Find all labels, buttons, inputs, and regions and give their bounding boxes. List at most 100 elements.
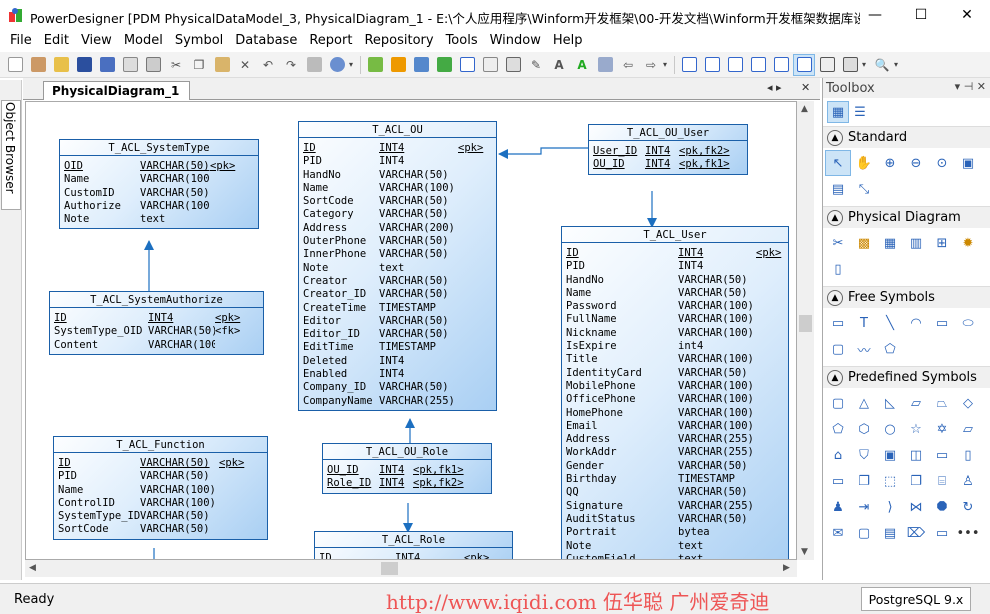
diagram-canvas[interactable]: T_ACL_SystemType OID VARCHAR(50) <pk> Name… bbox=[25, 101, 797, 560]
zoom-out-icon[interactable]: ⊖ bbox=[903, 150, 929, 176]
toolbar-dropdown-icon[interactable]: ▾ bbox=[894, 60, 902, 69]
diamond-icon[interactable]: ◇ bbox=[955, 390, 981, 416]
maximize-button[interactable]: ☐ bbox=[898, 0, 944, 30]
card-icon[interactable]: ▭ bbox=[929, 520, 955, 546]
diagram-view-icon[interactable] bbox=[793, 53, 815, 76]
triangle-right-icon[interactable]: ◺ bbox=[877, 390, 903, 416]
toolbox-list-view-icon[interactable]: ☰ bbox=[849, 101, 871, 123]
table-t-acl-ou[interactable]: T_ACL_OU ID INT4 <pk> PID INT4 HandNo VARCHAR(… bbox=[298, 121, 497, 411]
check-model-icon[interactable] bbox=[326, 54, 348, 76]
reference-icon[interactable]: ⊞ bbox=[929, 230, 955, 256]
table-t-acl-ou-role[interactable]: T_ACL_OU_Role OU_ID INT4 <pk,fk1> Role_ID I… bbox=[322, 443, 492, 494]
menu-help[interactable]: Help bbox=[547, 30, 589, 52]
column-row[interactable]: Gender VARCHAR(50) bbox=[566, 460, 784, 473]
column-row[interactable]: WorkAddr VARCHAR(255) bbox=[566, 446, 784, 459]
diagram-icon-3[interactable] bbox=[724, 54, 746, 76]
undo-icon[interactable]: ↶ bbox=[257, 54, 279, 76]
column-row[interactable]: AuditStatus VARCHAR(50) bbox=[566, 513, 784, 526]
pointer-shape-icon[interactable]: ⌦ bbox=[903, 520, 929, 546]
column-row[interactable]: PID INT4 bbox=[566, 260, 784, 273]
column-row[interactable]: EditTime TIMESTAMP bbox=[303, 341, 492, 354]
column-row[interactable]: Birthday TIMESTAMP bbox=[566, 473, 784, 486]
properties-icon[interactable] bbox=[303, 54, 325, 76]
open-icon[interactable] bbox=[50, 54, 72, 76]
column-row[interactable]: OID VARCHAR(50) <pk> bbox=[64, 160, 254, 173]
stack-icon[interactable]: ❐ bbox=[851, 468, 877, 494]
menu-window[interactable]: Window bbox=[484, 30, 547, 52]
frame-icon[interactable]: ▣ bbox=[877, 442, 903, 468]
new-icon[interactable] bbox=[4, 54, 26, 76]
toolbar-dropdown-icon[interactable]: ▾ bbox=[349, 60, 357, 69]
properties-icon[interactable]: ▣ bbox=[955, 150, 981, 176]
person-icon[interactable]: ♟ bbox=[825, 494, 851, 520]
tab-scroll-arrows-icon[interactable]: ◂ ▸ bbox=[767, 81, 782, 94]
column-row[interactable]: CustomField text bbox=[566, 553, 784, 559]
polygon-icon[interactable]: ⬠ bbox=[877, 336, 903, 362]
toolbox-section-free-symbols[interactable]: ▲ Free Symbols bbox=[823, 286, 990, 308]
frame-icon[interactable] bbox=[479, 54, 501, 76]
circle-icon[interactable]: ○ bbox=[877, 416, 903, 442]
tab-physicaldiagram-1[interactable]: PhysicalDiagram_1 bbox=[43, 81, 191, 100]
vertical-scrollbar[interactable]: ▲ ▼ bbox=[797, 101, 814, 560]
folder-icon[interactable]: ▭ bbox=[929, 442, 955, 468]
back-icon[interactable]: ⇦ bbox=[617, 54, 639, 76]
collapse-icon[interactable]: ▲ bbox=[827, 129, 843, 146]
column-row[interactable]: SortCode VARCHAR(50) bbox=[303, 195, 492, 208]
column-row[interactable]: MobilePhone VARCHAR(100) bbox=[566, 380, 784, 393]
refresh-icon[interactable] bbox=[433, 54, 455, 76]
split-box-icon[interactable]: ◫ bbox=[903, 442, 929, 468]
file-icon[interactable]: ▯ bbox=[825, 256, 851, 282]
chevron-icon[interactable]: ⟩ bbox=[877, 494, 903, 520]
scroll-up-icon[interactable]: ▲ bbox=[801, 104, 808, 114]
object-browser-label[interactable]: Object Browser bbox=[3, 102, 17, 194]
link-icon[interactable]: ⤡ bbox=[851, 176, 877, 202]
copy-box-icon[interactable]: ❐ bbox=[903, 468, 929, 494]
table-icon[interactable]: ▦ bbox=[877, 230, 903, 256]
copy-icon[interactable]: ❐ bbox=[188, 54, 210, 76]
column-row[interactable]: Editor VARCHAR(50) bbox=[303, 315, 492, 328]
open-package-icon[interactable]: ⊙ bbox=[929, 150, 955, 176]
generate-icon[interactable] bbox=[387, 54, 409, 76]
cube-icon[interactable]: ⬚ bbox=[877, 468, 903, 494]
column-row[interactable]: ID INT4 <pk> bbox=[319, 552, 508, 559]
font-icon[interactable]: A bbox=[548, 54, 570, 76]
zoom-in-icon[interactable]: ⊕ bbox=[877, 150, 903, 176]
paste-icon[interactable] bbox=[211, 54, 233, 76]
column-row[interactable]: Name VARCHAR(50) bbox=[566, 287, 784, 300]
pencil-icon[interactable]: ✎ bbox=[525, 54, 547, 76]
octagon-icon[interactable]: ⯃ bbox=[929, 494, 955, 520]
column-row[interactable]: Note text bbox=[303, 262, 492, 275]
column-row[interactable]: ID INT4 <pk> bbox=[566, 247, 784, 260]
list-view-icon[interactable] bbox=[839, 54, 861, 76]
column-row[interactable]: Role_ID INT4 <pk,fk2> bbox=[327, 477, 487, 490]
column-row[interactable]: SortCode VARCHAR(50) bbox=[58, 523, 263, 536]
hexagon-icon[interactable]: ⬡ bbox=[851, 416, 877, 442]
column-row[interactable]: Content VARCHAR(100) bbox=[54, 339, 259, 352]
cylinder-icon[interactable]: ⌸ bbox=[929, 468, 955, 494]
line-icon[interactable]: ╲ bbox=[877, 310, 903, 336]
diagram-icon-1[interactable] bbox=[678, 54, 700, 76]
pointer-icon[interactable]: ↖ bbox=[825, 150, 851, 176]
zoom-icon[interactable]: 🔍 bbox=[871, 54, 893, 76]
collapse-icon[interactable]: ▲ bbox=[827, 209, 843, 226]
minimize-button[interactable]: — bbox=[852, 0, 898, 30]
link-icon[interactable] bbox=[594, 54, 616, 76]
title-icon[interactable]: ▭ bbox=[825, 310, 851, 336]
column-row[interactable]: Editor_ID VARCHAR(50) bbox=[303, 328, 492, 341]
column-row[interactable]: Address VARCHAR(200) bbox=[303, 222, 492, 235]
triangle-icon[interactable]: △ bbox=[851, 390, 877, 416]
column-row[interactable]: Name VARCHAR(100) bbox=[64, 173, 254, 186]
toolbox-grid-view-icon[interactable]: ▦ bbox=[827, 101, 849, 123]
delete-icon[interactable]: ✕ bbox=[234, 54, 256, 76]
save-icon[interactable] bbox=[73, 54, 95, 76]
column-row[interactable]: Portrait bytea bbox=[566, 526, 784, 539]
table-t-acl-function[interactable]: T_ACL_Function ID VARCHAR(50) <pk> PID VARC… bbox=[53, 436, 268, 540]
table-t-acl-role[interactable]: T_ACL_Role ID INT4 <pk> bbox=[314, 531, 513, 559]
redo-icon[interactable]: ↷ bbox=[280, 54, 302, 76]
menu-view[interactable]: View bbox=[75, 30, 118, 52]
grabber-icon[interactable]: ✋ bbox=[851, 150, 877, 176]
column-row[interactable]: HandNo VARCHAR(50) bbox=[566, 274, 784, 287]
menu-edit[interactable]: Edit bbox=[38, 30, 75, 52]
shield-icon[interactable]: ⛉ bbox=[851, 442, 877, 468]
column-row[interactable]: ID VARCHAR(50) <pk> bbox=[58, 457, 263, 470]
